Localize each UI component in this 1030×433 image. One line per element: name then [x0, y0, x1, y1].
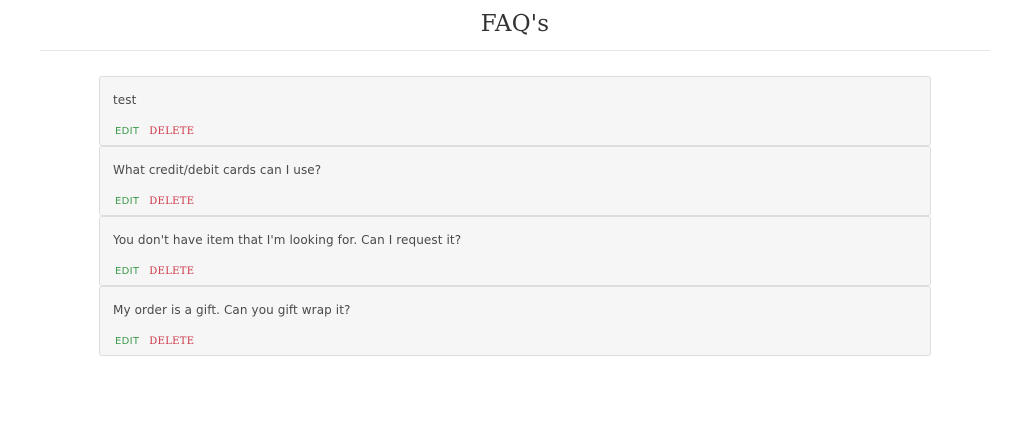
faq-actions: EDIT DELETE	[115, 195, 194, 209]
faq-list: test EDIT DELETE What credit/debit cards…	[99, 76, 931, 356]
delete-button[interactable]: DELETE	[149, 125, 194, 139]
faq-question: My order is a gift. Can you gift wrap it…	[113, 303, 351, 317]
faq-question: You don't have item that I'm looking for…	[113, 233, 462, 247]
edit-button[interactable]: EDIT	[115, 265, 139, 279]
delete-button[interactable]: DELETE	[149, 265, 194, 279]
faq-item: test EDIT DELETE	[99, 76, 931, 146]
page-header: FAQ's	[40, 0, 990, 51]
faq-actions: EDIT DELETE	[115, 265, 194, 279]
faq-item: What credit/debit cards can I use? EDIT …	[99, 146, 931, 216]
faq-item: My order is a gift. Can you gift wrap it…	[99, 286, 931, 356]
delete-button[interactable]: DELETE	[149, 195, 194, 209]
faq-item: You don't have item that I'm looking for…	[99, 216, 931, 286]
edit-button[interactable]: EDIT	[115, 335, 139, 349]
faq-question: test	[113, 93, 137, 107]
delete-button[interactable]: DELETE	[149, 335, 194, 349]
faq-actions: EDIT DELETE	[115, 335, 194, 349]
edit-button[interactable]: EDIT	[115, 195, 139, 209]
faq-question: What credit/debit cards can I use?	[113, 163, 322, 177]
edit-button[interactable]: EDIT	[115, 125, 139, 139]
faq-actions: EDIT DELETE	[115, 125, 194, 139]
page-title: FAQ's	[480, 11, 550, 37]
